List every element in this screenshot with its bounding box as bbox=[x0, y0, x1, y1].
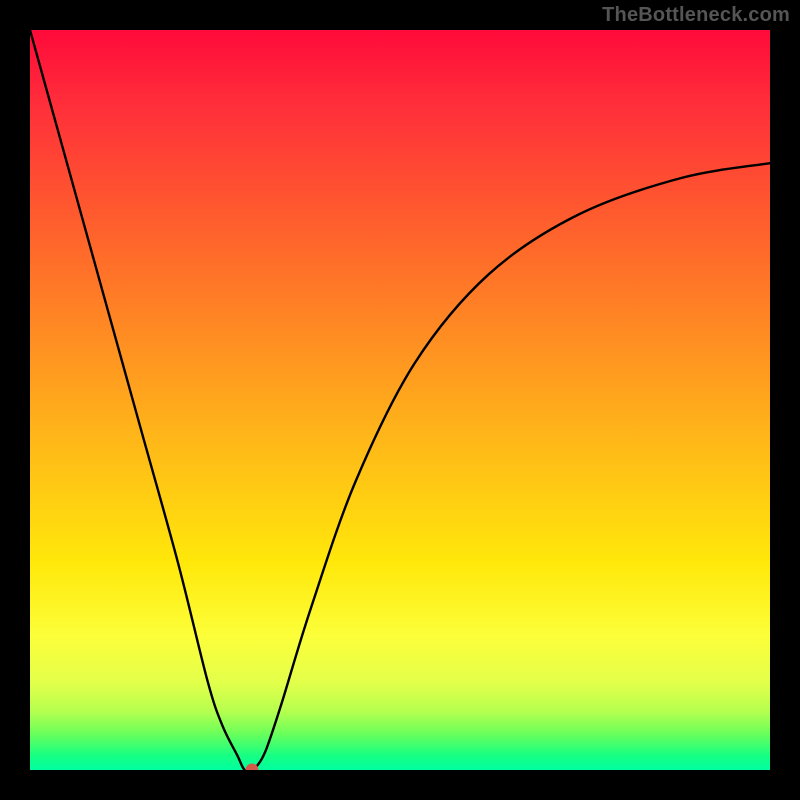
curve-svg bbox=[30, 30, 770, 770]
chart-frame: TheBottleneck.com bbox=[0, 0, 800, 800]
watermark-text: TheBottleneck.com bbox=[602, 4, 790, 27]
plot-area bbox=[30, 30, 770, 770]
bottleneck-curve bbox=[30, 30, 770, 770]
